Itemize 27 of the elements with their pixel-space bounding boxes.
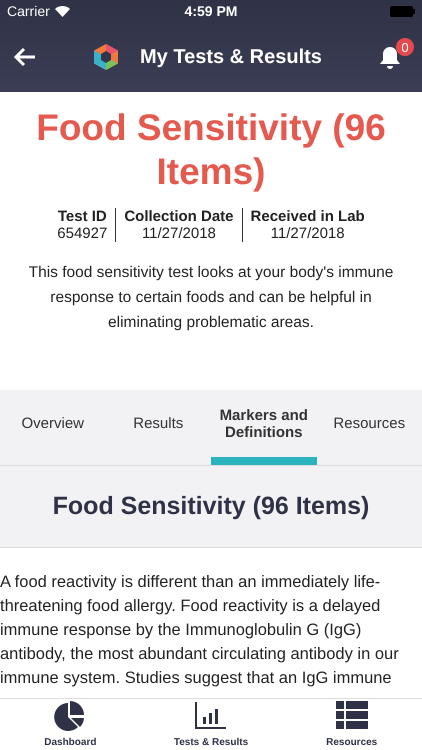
- section-body: A food reactivity is different than an immediately life-threatening food allergy. Food reactivity is a delayed immune response by the Immunoglobulin G (IgG) antibody, the most abundant circulating antibody in our immune system. Studies suggest that an IgG immune: [0, 572, 400, 689]
- meta-label: Test ID: [58, 208, 107, 225]
- tab-bar-item[interactable]: Resources: [281, 699, 422, 750]
- section-heading: Food Sensitivity (96 Items): [52, 492, 370, 521]
- list-icon: [336, 701, 368, 729]
- meta-value: 11/27/2018: [142, 225, 216, 242]
- test-title: Food Sensitivity (96 Items): [35, 106, 387, 194]
- tab[interactable]: Resources: [316, 390, 422, 465]
- clock: 4:59 PM: [184, 3, 238, 19]
- tab[interactable]: Results: [106, 390, 211, 465]
- meta-label: Received in Lab: [250, 208, 365, 225]
- battery-icon: [390, 6, 415, 16]
- meta-label: Collection Date: [124, 208, 234, 225]
- tab-bar-item[interactable]: Dashboard: [0, 699, 141, 750]
- screen-title: My Tests & Results: [140, 46, 322, 68]
- wifi-icon: [54, 6, 70, 16]
- carrier-label: Carrier: [7, 3, 50, 19]
- bar-chart-icon: [195, 701, 227, 729]
- notification-badge: 0: [396, 38, 414, 56]
- back-arrow-icon[interactable]: [14, 48, 36, 66]
- bell-icon[interactable]: [378, 45, 402, 69]
- hexagon-logo-icon: [94, 44, 118, 70]
- meta-value: 654927: [57, 225, 108, 242]
- test-description: This food sensitivity test looks at your body's immune response to certain foods and can be helpful in eliminating problematic areas.: [28, 263, 394, 333]
- tab[interactable]: Overview: [0, 390, 106, 465]
- meta-value: 11/27/2018: [270, 225, 345, 242]
- tab-bar-item[interactable]: Tests & Results: [140, 699, 282, 750]
